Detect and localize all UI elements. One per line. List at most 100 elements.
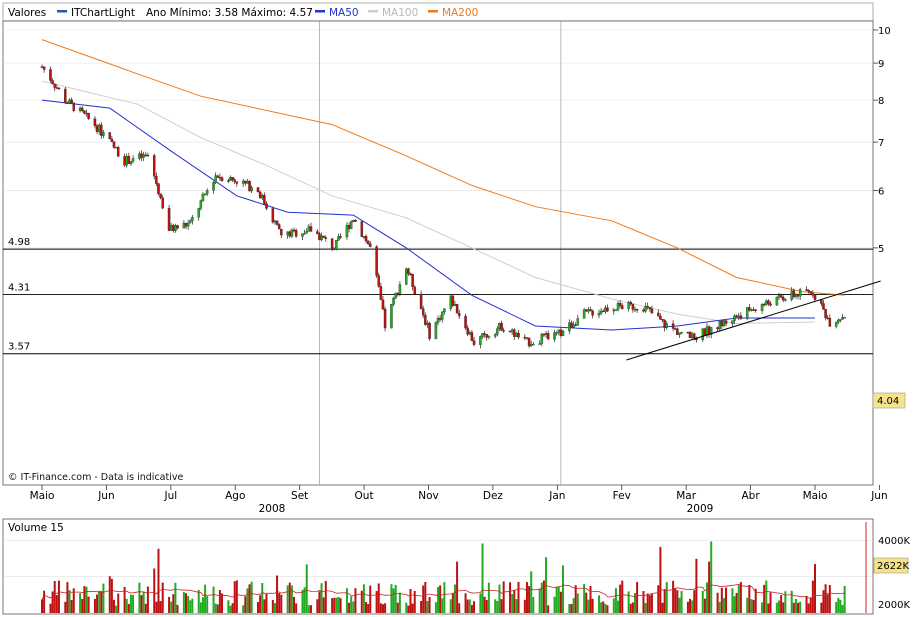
volume-bar [354, 588, 357, 613]
volume-bar [365, 601, 368, 613]
volume-bar [585, 592, 588, 613]
candle-body [309, 226, 313, 232]
month-label: Maio [30, 490, 55, 502]
candle-body [364, 236, 368, 242]
volume-bar [278, 593, 281, 613]
candle-body [116, 147, 120, 157]
candle-body [246, 181, 249, 184]
volume-bar [513, 590, 516, 613]
candle-body [161, 197, 164, 209]
candle-body [248, 181, 251, 192]
candle-body [784, 299, 787, 301]
volume-bar [725, 587, 728, 613]
candle-body [265, 203, 268, 209]
candle-body [377, 275, 380, 287]
candle-body [176, 225, 179, 229]
volume-bar [456, 561, 459, 613]
volume-bar [576, 593, 579, 613]
volume-bar [362, 584, 365, 613]
month-label: Dez [483, 490, 504, 502]
volume-bar [686, 601, 689, 613]
candle-body [686, 332, 690, 334]
month-label: Nov [418, 490, 439, 502]
level-label: 3.57 [8, 342, 30, 353]
volume-bar [553, 596, 556, 613]
candle-body [78, 107, 82, 111]
candle-body [589, 309, 592, 312]
volume-bar [398, 592, 401, 613]
candle-body [587, 309, 590, 312]
volume-bar [498, 584, 501, 613]
volume-bar [174, 582, 177, 613]
candle-body [72, 102, 76, 111]
candle-body [642, 309, 645, 312]
candle-body [570, 322, 573, 328]
candle-body [320, 235, 323, 241]
candle-body [487, 336, 491, 338]
volume-bar [377, 583, 380, 613]
volume-bar [680, 591, 683, 613]
candle-body [55, 87, 59, 89]
volume-bar [841, 604, 844, 613]
y-tick-label: 9 [878, 59, 884, 70]
candle-body [127, 155, 131, 164]
candle-body [49, 69, 52, 81]
y-tick-label: 5 [878, 244, 884, 255]
candle-body [102, 132, 105, 136]
series-name: ITChartLight [71, 7, 135, 19]
candle-body [421, 308, 425, 316]
volume-bar [286, 585, 289, 613]
volume-bar [794, 598, 797, 613]
volume-bar [288, 582, 291, 613]
candle-body [464, 315, 467, 329]
candle-body [716, 327, 719, 330]
candle-body [53, 83, 56, 88]
volume-bar [820, 602, 823, 613]
volume-bar [765, 580, 768, 613]
volume-bar [614, 588, 617, 613]
volume-bar [64, 601, 67, 613]
volume-bar [242, 605, 245, 613]
candle-body [496, 328, 499, 335]
candle-body [750, 309, 753, 311]
volume-bar [650, 594, 653, 613]
candle-body [618, 302, 622, 306]
volume-bar [320, 583, 323, 613]
volume-bar [322, 597, 325, 613]
candle-body [599, 310, 603, 314]
volume-bar [525, 582, 528, 613]
candle-body [108, 132, 112, 140]
candle-body [498, 322, 501, 329]
candle-body [322, 235, 325, 238]
volume-bar [735, 592, 738, 613]
candle-body [500, 322, 503, 331]
candle-body [330, 238, 334, 249]
candle-body [724, 320, 728, 324]
candle-body [777, 295, 781, 298]
candle-body [762, 304, 766, 306]
volume-bar [767, 603, 770, 613]
candle-body [413, 286, 416, 295]
candle-body [383, 308, 387, 329]
volume-bar [55, 595, 58, 613]
volume-bar [197, 589, 200, 613]
candle-body [394, 292, 397, 299]
volume-bar [782, 602, 785, 613]
volume-bar [602, 601, 605, 613]
volume-bar [574, 585, 577, 613]
volume-bar [157, 548, 160, 613]
candle-body [582, 309, 586, 319]
volume-bar [731, 588, 734, 613]
volume-bar [797, 602, 800, 613]
candle-body [227, 180, 230, 182]
volume-bar [81, 598, 84, 613]
volume-bar [305, 564, 308, 613]
volume-bar [540, 582, 543, 613]
candle-body [286, 231, 289, 236]
volume-bar [110, 578, 113, 613]
volume-bar [384, 603, 387, 613]
volume-bar [301, 589, 304, 613]
candle-body [616, 302, 620, 310]
volume-bar [568, 603, 571, 613]
candle-body [68, 99, 71, 104]
